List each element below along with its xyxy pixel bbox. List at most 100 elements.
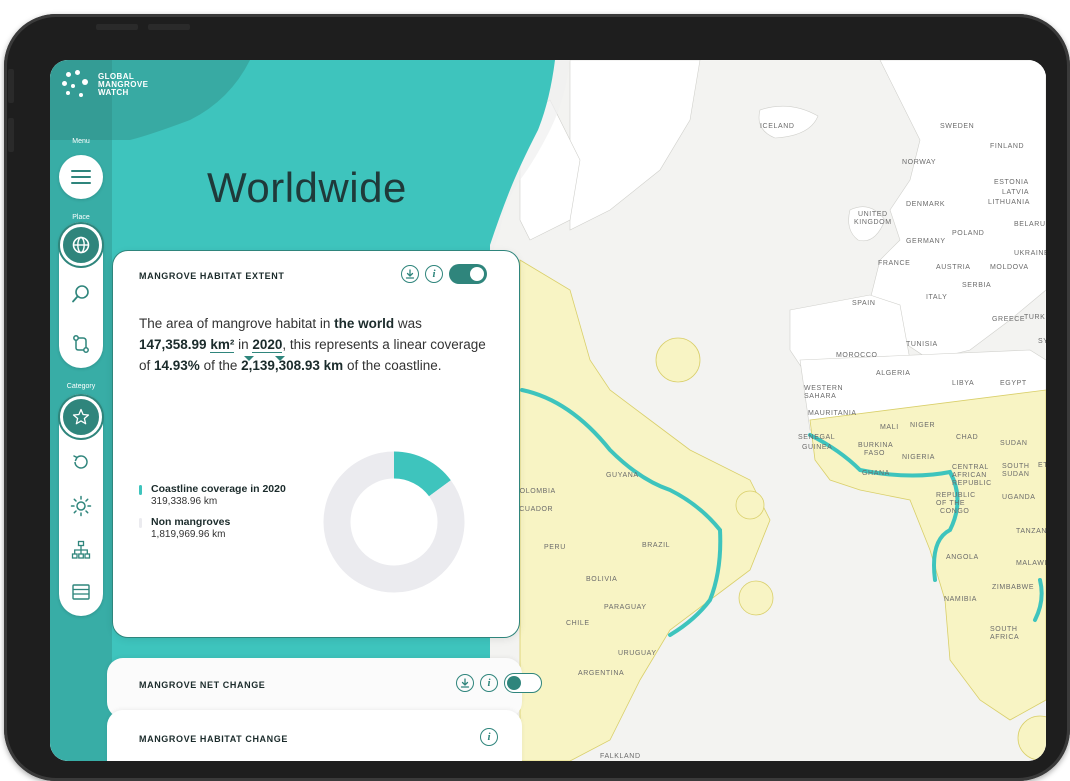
widget-title: MANGROVE NET CHANGE (139, 680, 266, 690)
year-selector[interactable]: 2020 (252, 337, 283, 353)
widget-controls: i (456, 673, 542, 693)
sun-icon (70, 495, 92, 517)
legend-label: Non mangroves (151, 516, 231, 528)
map-label: GUYANA (606, 472, 639, 479)
device-button (148, 24, 190, 30)
history-icon (73, 455, 88, 469)
unit-selector[interactable]: km² (210, 337, 235, 353)
map-label: MOROCCO (836, 352, 878, 359)
category-ecosystem-button[interactable] (59, 528, 103, 572)
page-title: Worldwide (207, 164, 407, 211)
info-icon: i (487, 677, 491, 689)
map-label: SY (1038, 338, 1046, 345)
logo-wordmark: GLOBAL MANGROVE WATCH (98, 73, 148, 97)
coverage-percent: 14.93% (154, 358, 200, 373)
map-label: UKRAINE (1014, 250, 1046, 257)
map-label: NIGER (910, 422, 936, 429)
route-icon (73, 335, 89, 353)
donut-slice-coverage[interactable] (393, 451, 451, 497)
map-label: SUDAN (1002, 471, 1030, 478)
map-label: TURKE (1024, 314, 1046, 321)
place-label: Place (72, 214, 90, 221)
legend-label: Coastline coverage in 2020 (151, 483, 286, 495)
download-button[interactable] (401, 265, 419, 283)
map-label: ALGERIA (876, 370, 911, 377)
layer-toggle[interactable] (504, 673, 542, 693)
summary-text: was (394, 316, 422, 331)
map-label: FRANCE (878, 260, 911, 267)
summary-text: in (234, 337, 253, 352)
app-screen: ICELAND SWEDEN FINLAND NORWAY ESTONIA LA… (50, 60, 1046, 761)
map-label: MOLDOVA (990, 264, 1029, 271)
legend-swatch (139, 518, 142, 528)
map-label: ZIMBABWE (992, 584, 1035, 591)
category-distribution-button[interactable] (59, 395, 103, 439)
map-label: BELARUS (1014, 221, 1046, 228)
widget-title: MANGROVE HABITAT EXTENT (139, 271, 285, 281)
map-label: BOLIVIA (586, 576, 618, 583)
map-label: SERBIA (962, 282, 992, 289)
toggle-knob (470, 267, 484, 281)
category-climate-button[interactable] (59, 484, 103, 528)
map-label: KINGDOM (854, 219, 892, 226)
map-label: GREECE (992, 316, 1026, 323)
download-button[interactable] (456, 674, 474, 692)
map-label: FINLAND (990, 143, 1025, 150)
category-layers-button[interactable] (59, 570, 103, 614)
legend-swatch (139, 485, 142, 495)
legend-item: Non mangroves 1,819,969.96 km (139, 516, 286, 540)
device-button (8, 69, 14, 103)
legend-value: 319,338.96 km (151, 496, 218, 507)
map-label: UNITED (858, 211, 888, 218)
eez-circle (738, 580, 774, 616)
map-label: CENTRAL (952, 464, 989, 471)
info-button[interactable]: i (480, 728, 498, 746)
eez-circle (655, 337, 701, 383)
toggle-knob (507, 676, 521, 690)
map-label: FASO (864, 450, 886, 457)
map-label: SPAIN (852, 300, 876, 307)
widget-habitat-change: MANGROVE HABITAT CHANGE i (107, 710, 522, 761)
map-label: PARAGUAY (604, 604, 647, 611)
hamburger-icon (71, 170, 91, 184)
info-button[interactable]: i (425, 265, 443, 283)
layer-toggle[interactable] (449, 264, 487, 284)
area-route-button[interactable] (59, 322, 103, 366)
worldwide-button[interactable] (59, 223, 103, 267)
map-label: SENEGAL (798, 434, 836, 441)
gmw-logo[interactable]: GLOBAL MANGROVE WATCH (62, 70, 148, 100)
map-label: UGANDA (1002, 494, 1036, 501)
download-icon (405, 269, 415, 279)
widget-controls: i (480, 728, 498, 746)
category-change-button[interactable] (59, 440, 103, 484)
map-label: GHANA (862, 470, 890, 477)
layers-icon (72, 584, 90, 600)
map-label: NIGERIA (902, 454, 935, 461)
summary-text: The area of mangrove habitat in (139, 316, 335, 331)
map-label: TANZAN (1016, 528, 1046, 535)
worldwide-active (60, 224, 102, 266)
map-label: LIBYA (952, 380, 975, 387)
map-label: REPUBLIC (936, 492, 976, 499)
menu-button[interactable] (59, 155, 103, 199)
area-value: 147,358.99 (139, 337, 207, 352)
category-active (60, 396, 102, 438)
info-icon: i (432, 268, 436, 280)
map-label: BURKINA (858, 442, 894, 449)
info-icon: i (487, 731, 491, 743)
map-label: ANGOLA (946, 554, 979, 561)
eez-circle (735, 490, 765, 520)
widget-habitat-extent: MANGROVE HABITAT EXTENT i The area of ma… (112, 250, 520, 638)
globe-icon (72, 236, 90, 254)
summary-text: of the (199, 358, 242, 373)
map-label: ESTONIA (994, 179, 1029, 186)
info-button[interactable]: i (480, 674, 498, 692)
download-icon (460, 678, 470, 688)
map-label: SAHARA (804, 393, 837, 400)
map-label: ITALY (926, 294, 948, 301)
map-label: DENMARK (906, 201, 946, 208)
map-label: REPUBLIC (952, 480, 992, 487)
hierarchy-icon (71, 540, 91, 559)
search-button[interactable] (59, 272, 103, 316)
legend-value: 1,819,969.96 km (151, 529, 226, 540)
